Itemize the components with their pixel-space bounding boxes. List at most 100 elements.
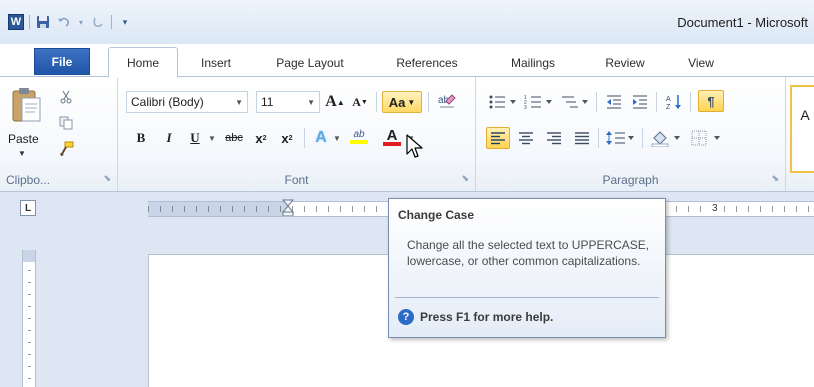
qat-separator xyxy=(29,15,30,29)
separator xyxy=(376,92,377,112)
underline-button[interactable]: U xyxy=(184,127,206,149)
redo-icon[interactable] xyxy=(90,14,106,30)
highlight-label: ab xyxy=(353,128,365,140)
copy-icon[interactable] xyxy=(56,113,76,133)
qat-separator xyxy=(111,15,112,29)
paragraph-group: 123 AZ ¶ Paragraph ⬊ xyxy=(476,77,786,191)
vertical-ruler-ticks xyxy=(28,270,31,380)
clipboard-group: Paste ▼ Clipbo... ⬊ xyxy=(0,77,118,191)
tab-home[interactable]: Home xyxy=(108,47,178,78)
customize-qat-icon[interactable]: ▾ xyxy=(117,14,133,30)
increase-indent-icon[interactable] xyxy=(628,91,652,113)
tooltip-separator xyxy=(395,297,659,298)
justify-icon[interactable] xyxy=(570,127,594,149)
mouse-cursor-icon xyxy=(406,134,423,158)
text-effects-dropdown-icon[interactable]: ▼ xyxy=(332,127,342,149)
font-name-dropdown-icon[interactable]: ▼ xyxy=(235,98,243,107)
separator xyxy=(596,92,597,112)
separator xyxy=(656,92,657,112)
change-case-button[interactable]: Aa ▼ xyxy=(382,91,422,113)
cut-icon[interactable] xyxy=(56,87,76,107)
show-hide-button[interactable]: ¶ xyxy=(698,90,724,112)
multilevel-list-icon[interactable] xyxy=(558,91,592,113)
paste-button[interactable]: Paste xyxy=(8,132,39,146)
underline-dropdown-icon[interactable]: ▼ xyxy=(206,127,218,149)
superscript-label: x xyxy=(281,130,289,146)
tab-insert[interactable]: Insert xyxy=(188,50,244,76)
paragraph-launcher-icon[interactable]: ⬊ xyxy=(771,173,779,184)
font-size-dropdown-icon[interactable]: ▼ xyxy=(307,98,315,107)
align-right-icon[interactable] xyxy=(542,127,566,149)
window-title: Document1 - Microsoft xyxy=(677,15,808,30)
superscript-button[interactable]: x2 xyxy=(276,127,298,149)
tab-mailings[interactable]: Mailings xyxy=(495,50,571,76)
separator xyxy=(642,128,643,148)
change-case-label: Aa xyxy=(388,94,406,110)
svg-text:Z: Z xyxy=(666,104,671,111)
decrease-indent-icon[interactable] xyxy=(602,91,626,113)
styles-gallery[interactable]: A xyxy=(790,85,814,173)
clipboard-group-label: Clipbo... xyxy=(6,173,51,187)
bold-button[interactable]: B xyxy=(130,127,152,149)
vertical-ruler[interactable] xyxy=(22,250,36,387)
grow-font-button[interactable]: A ▲ xyxy=(324,91,346,113)
numbering-icon[interactable]: 123 xyxy=(522,91,556,113)
quick-access-toolbar: W ▾ ▾ xyxy=(8,14,133,30)
separator xyxy=(428,92,429,112)
svg-text:3: 3 xyxy=(524,105,527,110)
align-left-button[interactable] xyxy=(486,127,510,149)
italic-button[interactable]: I xyxy=(158,127,180,149)
subscript-button[interactable]: x2 xyxy=(250,127,272,149)
tooltip-body: Change all the selected text to UPPERCAS… xyxy=(407,238,650,268)
subscript-label: x xyxy=(255,130,263,146)
tab-file[interactable]: File xyxy=(34,48,90,75)
change-case-dropdown-icon: ▼ xyxy=(407,97,416,107)
sort-icon[interactable]: AZ xyxy=(662,91,686,113)
highlight-button[interactable]: ab xyxy=(346,125,372,147)
shrink-font-button[interactable]: A ▼ xyxy=(350,91,370,113)
indent-marker-icon[interactable] xyxy=(282,192,294,216)
ruler-number: 3 xyxy=(710,203,720,214)
line-spacing-icon[interactable] xyxy=(604,127,638,149)
align-center-icon[interactable] xyxy=(514,127,538,149)
strikethrough-button[interactable]: abc xyxy=(222,127,246,149)
font-name-combo[interactable]: Calibri (Body) ▼ xyxy=(126,91,248,113)
grow-font-label: A xyxy=(325,93,337,110)
tab-review[interactable]: Review xyxy=(592,50,658,76)
borders-icon[interactable] xyxy=(688,127,724,149)
tab-references[interactable]: References xyxy=(382,50,472,76)
undo-icon[interactable] xyxy=(56,14,72,30)
font-size-combo[interactable]: 11 ▼ xyxy=(256,91,320,113)
clipboard-launcher-icon[interactable]: ⬊ xyxy=(103,173,111,184)
separator xyxy=(598,128,599,148)
tooltip-title: Change Case xyxy=(398,208,475,222)
font-size-value: 11 xyxy=(261,95,274,109)
tab-page-layout[interactable]: Page Layout xyxy=(262,50,358,76)
undo-dropdown-icon[interactable]: ▾ xyxy=(77,14,85,30)
shading-icon[interactable] xyxy=(648,127,684,149)
shrink-font-label: A xyxy=(352,94,361,109)
font-color-button[interactable]: A xyxy=(380,125,404,147)
paste-icon[interactable] xyxy=(10,85,44,123)
text-effects-button[interactable]: A xyxy=(310,127,332,149)
word-logo-icon[interactable]: W xyxy=(8,14,24,30)
font-group-label: Font xyxy=(284,173,309,187)
style-preview-label: A xyxy=(800,107,810,123)
font-color-bar xyxy=(383,141,401,146)
save-icon[interactable] xyxy=(35,14,51,30)
help-icon: ? xyxy=(398,309,414,325)
highlight-color-bar xyxy=(350,139,368,144)
tab-view[interactable]: View xyxy=(675,50,727,76)
separator xyxy=(304,128,305,148)
tooltip-help-text: Press F1 for more help. xyxy=(420,310,554,324)
font-launcher-icon[interactable]: ⬊ xyxy=(461,173,469,184)
format-painter-icon[interactable] xyxy=(56,139,76,159)
svg-text:A: A xyxy=(666,96,671,103)
tab-selector-button[interactable]: L xyxy=(20,200,36,216)
title-bar: W ▾ ▾ Document1 - Microsoft xyxy=(0,0,814,44)
bullets-icon[interactable] xyxy=(486,91,520,113)
paste-dropdown-icon[interactable]: ▼ xyxy=(18,149,26,158)
ruler-top-margin xyxy=(23,250,35,262)
tooltip-help: ? Press F1 for more help. xyxy=(398,309,553,325)
clear-formatting-icon[interactable]: ab xyxy=(434,89,460,111)
